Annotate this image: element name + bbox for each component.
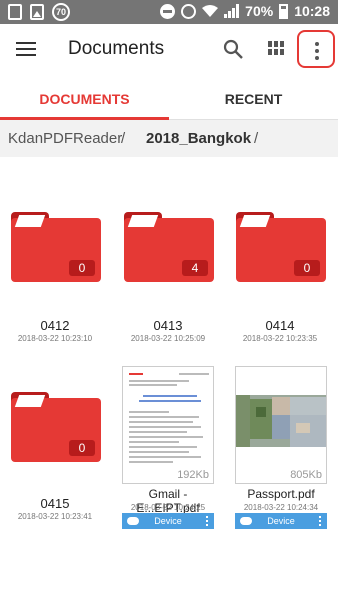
signal-icon: [224, 4, 240, 18]
folder-icon: 0: [11, 392, 101, 462]
search-icon[interactable]: [222, 38, 244, 60]
file-size: 192Kb: [177, 469, 209, 481]
file-item[interactable]: 192Kb Gmail - E...EIPT.pdf 2018-03-22 10…: [122, 366, 216, 531]
file-date: 2018-03-22 10:24:34: [243, 503, 319, 512]
folder-item[interactable]: 0 0415 2018-03-22 10:23:41: [1, 392, 109, 527]
folder-date: 2018-03-22 10:25:09: [130, 334, 206, 343]
folder-name: 0414: [265, 318, 295, 333]
folder-count-badge: 0: [294, 260, 320, 276]
tab-documents[interactable]: DOCUMENTS: [0, 80, 169, 120]
file-size: 805Kb: [290, 469, 322, 481]
pdf-thumbnail: 805Kb: [235, 366, 327, 484]
folder-count-badge: 0: [69, 260, 95, 276]
grid-view-icon[interactable]: [268, 41, 284, 55]
breadcrumb-separator: /: [121, 130, 126, 147]
tab-bar: DOCUMENTS RECENT: [0, 80, 338, 120]
storage-location: Device: [154, 516, 182, 526]
folder-item[interactable]: 0 0414 2018-03-22 10:23:35: [226, 212, 334, 347]
storage-location: Device: [267, 516, 295, 526]
folder-icon: 0: [11, 212, 101, 282]
battery-percent: 70%: [245, 3, 274, 19]
more-options-icon[interactable]: [297, 30, 335, 68]
folder-date: 2018-03-22 10:23:10: [17, 334, 93, 343]
folder-count-badge: 4: [182, 260, 208, 276]
file-storage-bar: Device: [122, 513, 214, 529]
file-more-icon[interactable]: [319, 516, 321, 526]
folder-name: 0413: [153, 318, 183, 333]
file-date: 2018-03-22 10:24:25: [130, 503, 206, 512]
do-not-disturb-icon: [160, 3, 176, 19]
status-bar: 70 70% 10:28: [0, 0, 338, 24]
page-title: Documents: [68, 38, 165, 59]
folder-name: 0415: [40, 496, 70, 511]
wifi-icon: [202, 5, 219, 17]
breadcrumb-root[interactable]: KdanPDFReader: [8, 130, 122, 147]
breadcrumb-separator: /: [254, 130, 259, 147]
app-bar: Documents: [0, 24, 338, 74]
battery-icon: [279, 3, 289, 19]
tab-recent[interactable]: RECENT: [169, 80, 338, 120]
folder-icon: 4: [124, 212, 214, 282]
image-notification-icon: [30, 4, 44, 20]
folder-name: 0412: [40, 318, 70, 333]
clock: 10:28: [294, 3, 330, 19]
breadcrumb-current[interactable]: 2018_Bangkok: [146, 130, 251, 147]
breadcrumb: KdanPDFReader / 2018_Bangkok /: [0, 120, 338, 157]
folder-item[interactable]: 0 0412 2018-03-22 10:23:10: [1, 212, 109, 347]
alarm-icon: [181, 3, 197, 19]
file-storage-bar: Device: [235, 513, 327, 529]
file-more-icon[interactable]: [206, 516, 208, 526]
folder-date: 2018-03-22 10:23:35: [242, 334, 318, 343]
folder-item[interactable]: 4 0413 2018-03-22 10:25:09: [114, 212, 222, 347]
file-name: Passport.pdf: [247, 487, 315, 501]
folder-icon: 0: [236, 212, 326, 282]
file-item[interactable]: 805Kb Passport.pdf 2018-03-22 10:24:34 D…: [235, 366, 329, 531]
folder-date: 2018-03-22 10:23:41: [17, 512, 93, 521]
folder-count-badge: 0: [69, 440, 95, 456]
menu-icon[interactable]: [16, 42, 36, 56]
download-notification-icon: [8, 4, 22, 20]
notification-badge: 70: [52, 3, 70, 21]
pdf-thumbnail: 192Kb: [122, 366, 214, 484]
